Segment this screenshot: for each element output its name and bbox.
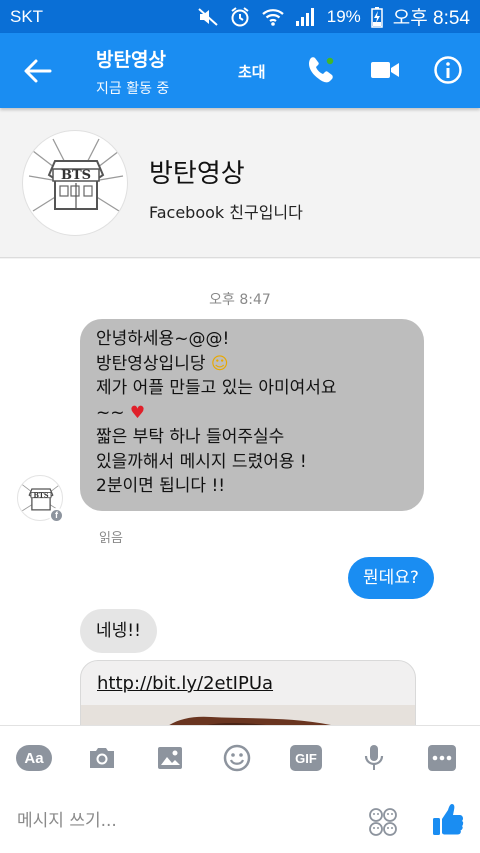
- contact-name: 방탄영상: [96, 49, 166, 71]
- outgoing-message-bubble[interactable]: 뭔데요?: [348, 557, 434, 599]
- incoming-message-bubble[interactable]: 안녕하세용~@@! 방탄영상입니당 ☺ 제가 어플 만들고 있는 아미여서요 ~…: [80, 319, 424, 511]
- mute-icon: [197, 7, 219, 27]
- invite-button[interactable]: 초대: [238, 61, 266, 82]
- alarm-icon: [229, 6, 251, 28]
- info-icon[interactable]: [433, 55, 463, 85]
- conversation-header: 방탄영상 지금 활동 중 초대: [0, 33, 480, 108]
- bts-logo-text: BTS: [33, 491, 48, 499]
- header-title-block[interactable]: 방탄영상 지금 활동 중: [96, 45, 169, 98]
- signal-icon: [295, 7, 317, 27]
- message-composer: [0, 789, 480, 853]
- message-line: 제가 어플 만들고 있는 아미여서요: [96, 378, 337, 398]
- message-timestamp: 오후 8:47: [209, 292, 271, 308]
- profile-name: 방탄영상: [149, 159, 245, 189]
- profile-header: BTS 방탄영상 Facebook 친구입니다: [0, 108, 480, 258]
- wifi-icon: [261, 7, 285, 27]
- message-line: 방탄영상입니당 ☺: [96, 353, 229, 374]
- status-icons: 19% 오후 8:54: [197, 3, 470, 30]
- bts-logo-text: BTS: [61, 168, 91, 183]
- carrier-name: SKT: [10, 6, 44, 26]
- message-thread[interactable]: 오후 8:47 안녕하세용~@@! 방탄영상입니당 ☺ 제가 어플 만들고 있는…: [0, 259, 480, 725]
- profile-avatar[interactable]: BTS: [22, 130, 128, 236]
- stickers-icon[interactable]: [368, 807, 398, 837]
- image-icon[interactable]: [155, 742, 185, 774]
- read-receipt: 읽음: [99, 531, 123, 546]
- status-bar: SKT 19% 오후 8:54: [0, 0, 480, 33]
- link-preview-image: [81, 705, 415, 725]
- text-style-label: Aa: [24, 750, 44, 767]
- incoming-message-bubble[interactable]: 네넹!!: [80, 609, 157, 653]
- thumbs-up-icon[interactable]: [432, 803, 464, 837]
- composer-toolbar: Aa GIF: [0, 725, 480, 789]
- message-line: 2분이면 됩니다 !!: [96, 476, 226, 496]
- battery-charging-icon: [371, 6, 383, 28]
- back-arrow-icon[interactable]: [22, 57, 52, 85]
- text-style-button[interactable]: Aa: [16, 742, 52, 774]
- more-icon[interactable]: [428, 742, 456, 774]
- message-input[interactable]: [17, 811, 337, 831]
- phone-call-icon[interactable]: [305, 55, 335, 85]
- microphone-icon[interactable]: [362, 742, 386, 774]
- facebook-badge-icon: f: [49, 508, 64, 523]
- emoji-icon[interactable]: [222, 742, 252, 774]
- video-camera-icon[interactable]: [370, 59, 400, 81]
- link-preview-card[interactable]: http://bit.ly/2etIPUa: [80, 660, 416, 725]
- gif-label: GIF: [295, 751, 317, 766]
- shared-link[interactable]: http://bit.ly/2etIPUa: [97, 673, 273, 694]
- battery-percent: 19%: [326, 6, 361, 26]
- message-line: 짧은 부탁 하나 들어주실수: [96, 427, 285, 447]
- status-time: 오후 8:54: [392, 8, 470, 29]
- bts-logo-image: BTS: [28, 138, 124, 212]
- camera-icon[interactable]: [87, 742, 117, 774]
- friend-status: Facebook 친구입니다: [149, 203, 303, 222]
- active-status: 지금 활동 중: [96, 81, 170, 97]
- message-line: 안녕하세용~@@!: [96, 329, 230, 349]
- gif-button[interactable]: GIF: [290, 742, 322, 774]
- message-line: ~~ ♥: [96, 402, 146, 423]
- message-line: 있을까해서 메시지 드렸어용 !: [96, 451, 307, 472]
